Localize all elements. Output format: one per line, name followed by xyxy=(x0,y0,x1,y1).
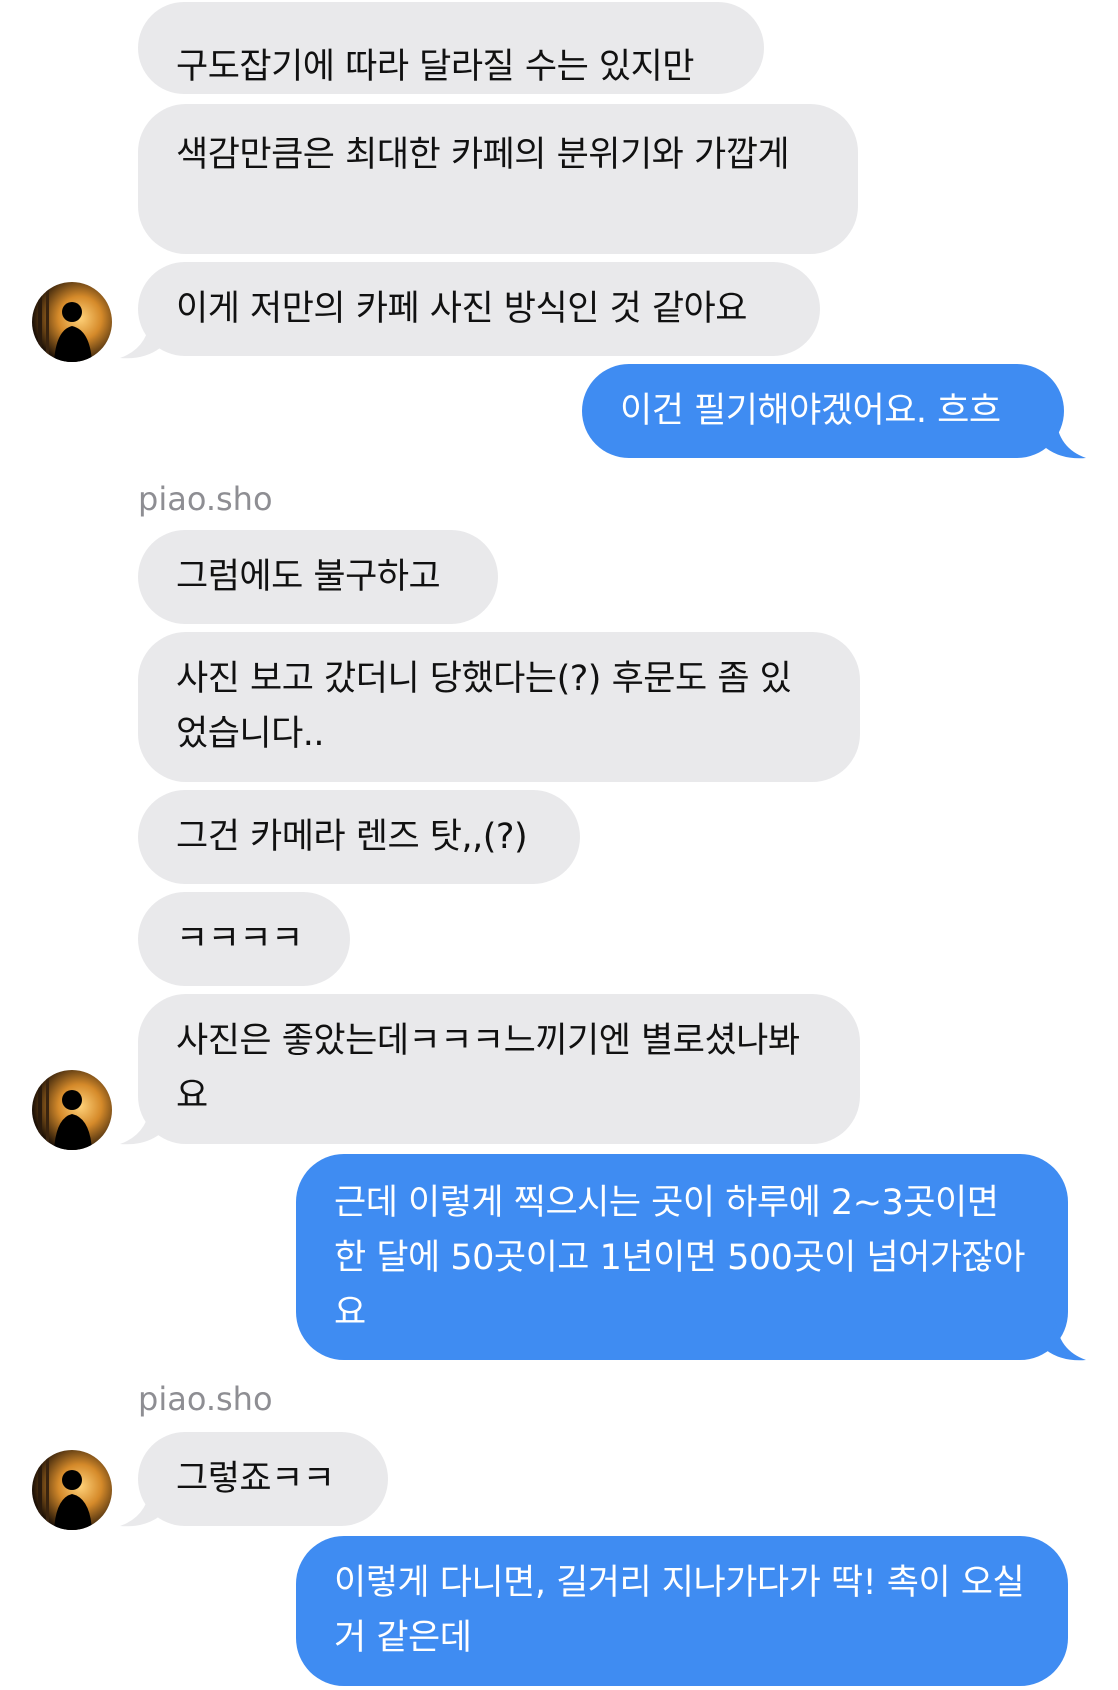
outgoing-bubble-tail xyxy=(1046,1320,1086,1361)
avatar[interactable] xyxy=(32,282,112,362)
incoming-message[interactable]: 구도잡기에 따라 달라질 수는 있지만 xyxy=(138,2,764,94)
sender-name: piao.sho xyxy=(138,480,273,518)
outgoing-message[interactable]: 근데 이렇게 찍으시는 곳이 하루에 2~3곳이면 한 달에 50곳이고 1년이… xyxy=(296,1154,1068,1360)
profile-photo-icon xyxy=(32,1070,112,1150)
incoming-message[interactable]: 사진 보고 갔더니 당했다는(?) 후문도 좀 있었습니다.. xyxy=(138,632,860,782)
sender-name: piao.sho xyxy=(138,1380,273,1418)
avatar[interactable] xyxy=(32,1450,112,1530)
incoming-message[interactable]: ㅋㅋㅋㅋ xyxy=(138,892,350,986)
incoming-bubble-tail xyxy=(120,1486,160,1527)
incoming-message[interactable]: 이게 저만의 카페 사진 방식인 것 같아요 xyxy=(138,262,820,356)
incoming-message[interactable]: 색감만큼은 최대한 카페의 분위기와 가깝게 xyxy=(138,104,858,254)
incoming-message[interactable]: 그건 카메라 렌즈 탓,,(?) xyxy=(138,790,580,884)
avatar[interactable] xyxy=(32,1070,112,1150)
incoming-message[interactable]: 그렇죠ㅋㅋ xyxy=(138,1432,388,1526)
outgoing-message[interactable]: 이렇게 다니면, 길거리 지나가다가 딱! 촉이 오실 거 같은데 xyxy=(296,1536,1068,1686)
outgoing-bubble-tail xyxy=(1046,418,1086,459)
incoming-bubble-tail xyxy=(120,318,160,359)
profile-photo-icon xyxy=(32,282,112,362)
profile-photo-icon xyxy=(32,1450,112,1530)
outgoing-message[interactable]: 이건 필기해야겠어요. 흐흐 xyxy=(582,364,1064,458)
incoming-message[interactable]: 그럼에도 불구하고 xyxy=(138,530,498,624)
incoming-message[interactable]: 사진은 좋았는데ㅋㅋㅋ느끼기엔 별로셨나봐요 xyxy=(138,994,860,1144)
incoming-bubble-tail xyxy=(120,1104,160,1145)
